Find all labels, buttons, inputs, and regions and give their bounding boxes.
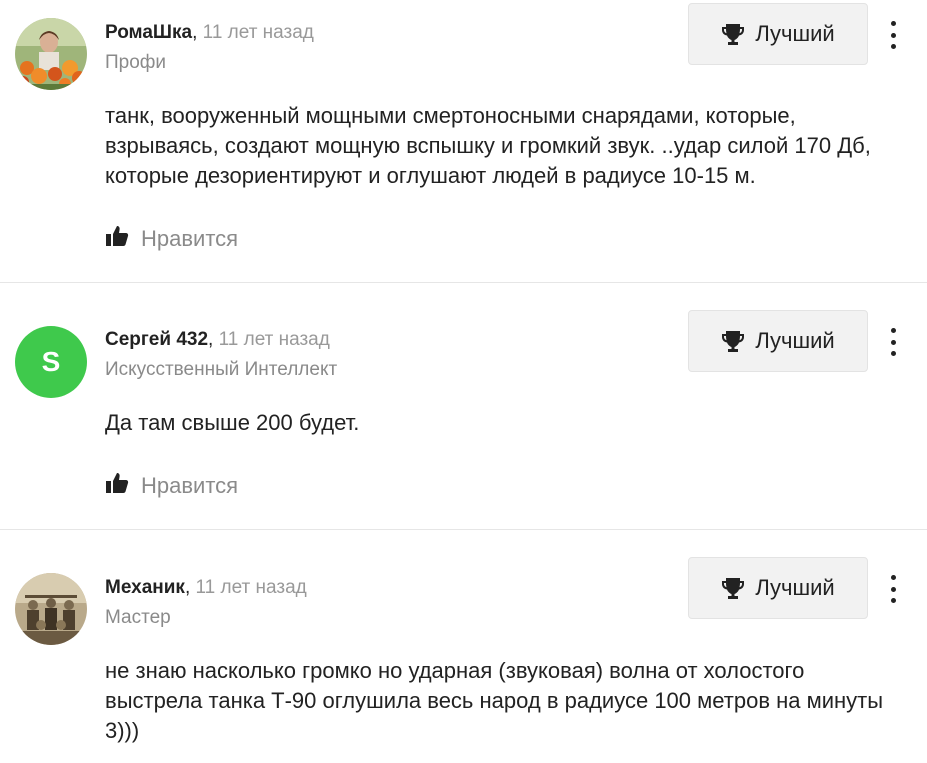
best-answer-button[interactable]: Лучший xyxy=(688,310,868,372)
answer-time: 11 лет назад xyxy=(213,329,330,350)
best-answer-button[interactable]: Лучший xyxy=(688,557,868,619)
answer-divider xyxy=(0,282,927,283)
trophy-icon xyxy=(721,330,745,352)
like-label: Нравится xyxy=(141,226,239,251)
answer-text: танк, вооруженный мощными смертоносными … xyxy=(105,103,871,188)
trophy-icon xyxy=(721,23,745,45)
thumbs-up-icon xyxy=(105,225,129,253)
more-menu-button[interactable] xyxy=(884,21,902,49)
author-name[interactable]: Сергей 432 xyxy=(105,329,208,350)
more-menu-button[interactable] xyxy=(884,575,902,603)
best-answer-label: Лучший xyxy=(755,575,835,600)
avatar[interactable]: S xyxy=(15,326,87,398)
like-label: Нравится xyxy=(141,473,239,498)
author-rank: Искусственный Интеллект xyxy=(105,359,338,380)
answer-time: 11 лет назад xyxy=(190,577,307,598)
thumbs-up-icon xyxy=(105,472,129,500)
best-answer-button[interactable]: Лучший xyxy=(688,3,868,65)
trophy-icon xyxy=(721,577,745,599)
like-button[interactable]: Нравится xyxy=(105,471,238,501)
answer-time: 11 лет назад xyxy=(197,22,314,43)
like-button[interactable]: Нравится xyxy=(105,224,238,254)
answer-text: не знаю насколько громко но ударная (зву… xyxy=(105,658,884,743)
best-answer-label: Лучший xyxy=(755,328,835,353)
author-line: Механик, 11 лет назад xyxy=(105,577,307,599)
answer-divider xyxy=(0,529,927,530)
avatar[interactable] xyxy=(15,18,87,90)
author-name[interactable]: Механик xyxy=(105,577,185,598)
author-line: Сергей 432, 11 лет назад xyxy=(105,329,330,351)
avatar-photo xyxy=(15,573,87,645)
avatar-letter: S xyxy=(41,346,61,377)
avatar-photo xyxy=(15,18,87,90)
author-name[interactable]: РомаШка xyxy=(105,22,192,43)
author-rank: Профи xyxy=(105,52,167,73)
more-menu-button[interactable] xyxy=(884,328,902,356)
best-answer-label: Лучший xyxy=(755,21,835,46)
more-vertical-icon xyxy=(890,328,896,333)
answer-text: Да там свыше 200 будет. xyxy=(105,410,360,435)
author-line: РомаШка, 11 лет назад xyxy=(105,22,314,44)
avatar[interactable] xyxy=(15,573,87,645)
more-vertical-icon xyxy=(890,575,896,580)
more-vertical-icon xyxy=(890,21,896,26)
author-rank: Мастер xyxy=(105,607,171,628)
